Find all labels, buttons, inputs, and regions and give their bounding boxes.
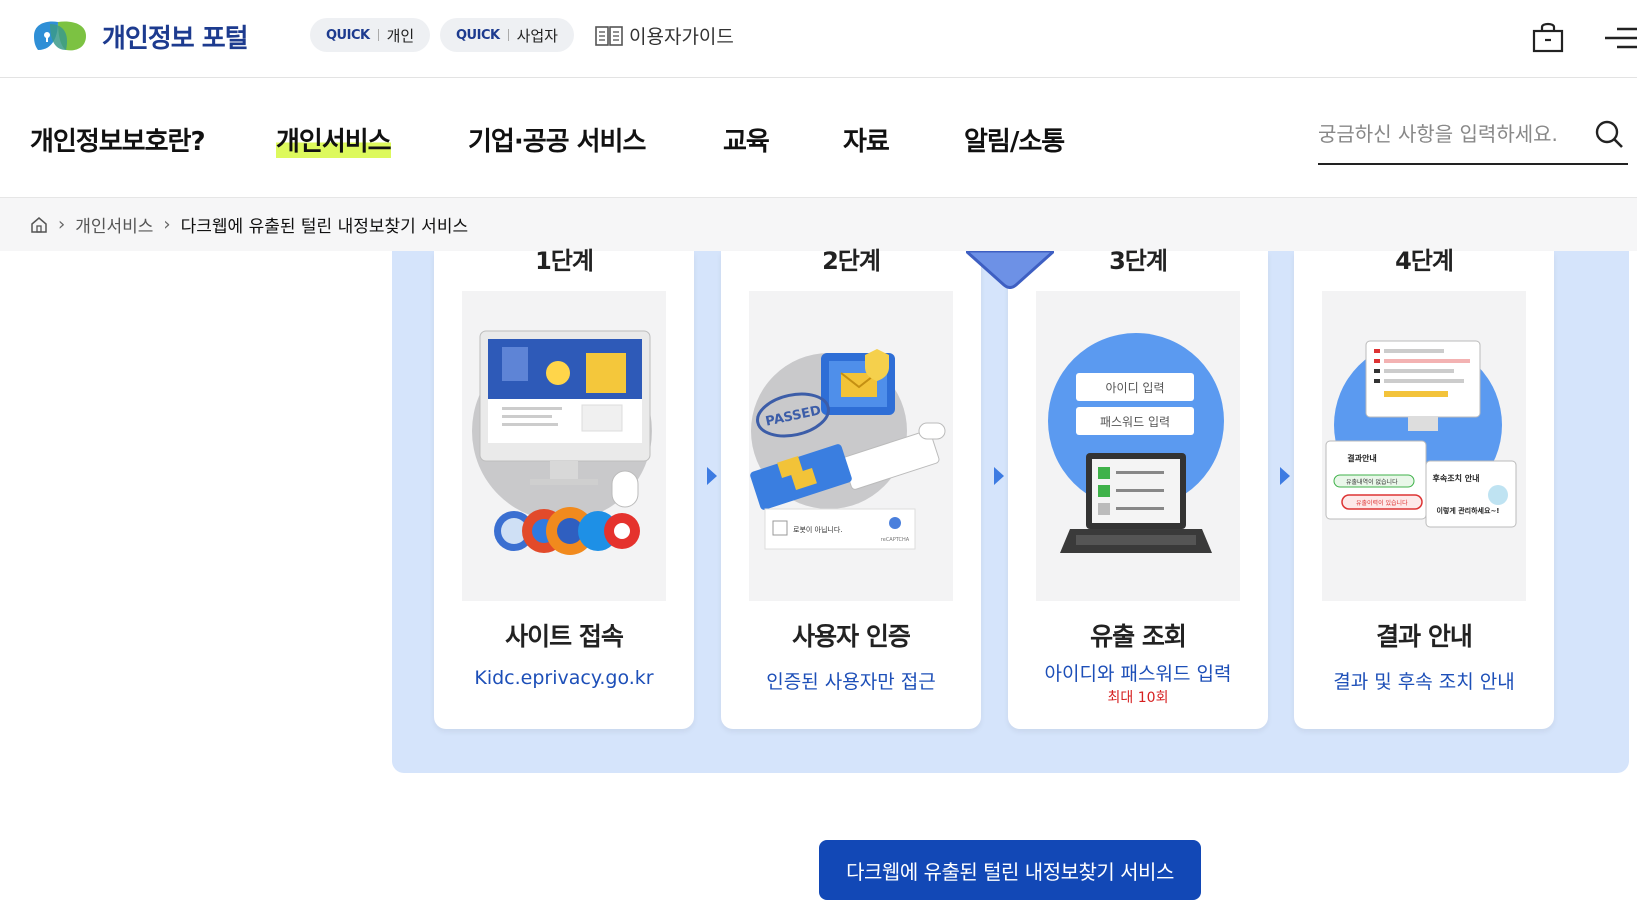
- site-access-illustration: [462, 291, 666, 601]
- step-card-3: 3단계 아이디 입력 패스워드 입력 유출 조회 아이디와 패스워드 입력 최대…: [1008, 247, 1268, 729]
- step-title: 사이트 접속: [505, 622, 624, 651]
- recaptcha-text: reCAPTCHA: [881, 537, 910, 543]
- step-card-4: 4단계 결과안내 유출내역이 없습니다 유출이력이 있습니다 후속조치 안내 이…: [1294, 247, 1554, 729]
- step-label: 1단계: [535, 247, 594, 275]
- step-card-1: 1단계 사이트 접속 Kidc.eprivacy.go.kr: [434, 247, 694, 729]
- search-box: [1318, 109, 1628, 165]
- step-desc: 인증된 사용자만 접근: [766, 671, 936, 693]
- step-desc: 결과 및 후속 조치 안내: [1333, 671, 1515, 693]
- step-arrow-icon: [994, 467, 1004, 485]
- breadcrumb-item[interactable]: 개인서비스: [75, 212, 153, 237]
- chevron-right-icon: ›: [58, 214, 66, 235]
- quick-business-button[interactable]: QUICK 사업자: [440, 18, 574, 52]
- nav-item-personal-service[interactable]: 개인서비스: [276, 121, 392, 158]
- step-note: 최대 10회: [1107, 690, 1169, 706]
- step-title: 사용자 인증: [792, 622, 911, 651]
- darkweb-service-button[interactable]: 다크웹에 유출된 털린 내정보찾기 서비스: [819, 840, 1201, 900]
- manage-tip-text: 이렇게 관리하세요~!: [1436, 506, 1499, 515]
- step-arrow-icon: [1280, 467, 1290, 485]
- quick-personal-label: 개인: [386, 26, 415, 45]
- main-navigation: 개인정보보호란? 개인서비스 기업·공공 서비스 교육 자료 알림/소통: [0, 79, 1637, 197]
- quick-tag: QUICK: [326, 27, 370, 43]
- search-icon[interactable]: [1594, 119, 1624, 149]
- quick-business-label: 사업자: [516, 26, 558, 45]
- user-guide-link[interactable]: 이용자가이드: [595, 22, 734, 49]
- nav-item-education[interactable]: 교육: [723, 121, 770, 158]
- steps-panel: 1단계 사이트 접속 Kidc.eprivacy.go.kr 2단계 PASSE…: [392, 247, 1629, 773]
- search-input[interactable]: [1318, 109, 1578, 159]
- step-label: 2단계: [822, 247, 881, 275]
- breadcrumb-current: 다크웹에 유출된 털린 내정보찾기 서비스: [180, 217, 469, 237]
- step-label: 4단계: [1395, 247, 1454, 275]
- panel-pointer-icon: [966, 251, 1054, 289]
- follow-up-text: 후속조치 안내: [1433, 473, 1480, 483]
- step-card-2: 2단계 PASSED 로봇이 아닙니다. reCAPTCHA 사용자 인증 인증…: [721, 247, 981, 729]
- user-guide-label: 이용자가이드: [629, 26, 734, 48]
- step-title: 결과 안내: [1376, 622, 1473, 651]
- top-bar: 개인정보 포털 QUICK 개인 QUICK 사업자 이용자가이드: [0, 0, 1637, 78]
- id-field-text: 아이디 입력: [1105, 381, 1164, 395]
- nav-item-privacy[interactable]: 개인정보보호란?: [30, 121, 206, 158]
- step-arrow-icon: [707, 467, 717, 485]
- nav-item-business-service[interactable]: 기업·공공 서비스: [468, 121, 646, 158]
- bag-icon[interactable]: [1531, 20, 1565, 54]
- quick-tag: QUICK: [456, 27, 500, 43]
- logo-text: 개인정보 포털: [102, 23, 249, 54]
- quick-personal-button[interactable]: QUICK 개인: [310, 18, 431, 52]
- nav-item-notice[interactable]: 알림/소통: [964, 121, 1065, 158]
- logo-icon: [34, 21, 86, 51]
- chevron-right-icon: ›: [163, 214, 171, 235]
- step-title: 유출 조회: [1090, 622, 1187, 651]
- result-illustration: 결과안내 유출내역이 없습니다 유출이력이 있습니다 후속조치 안내 이렇게 관…: [1322, 291, 1526, 601]
- step-desc-link[interactable]: Kidc.eprivacy.go.kr: [434, 667, 694, 689]
- site-logo[interactable]: 개인정보 포털: [28, 16, 249, 56]
- divider: [507, 29, 509, 41]
- home-icon[interactable]: [30, 216, 48, 234]
- leak-lookup-illustration: 아이디 입력 패스워드 입력: [1036, 291, 1240, 601]
- step-desc: 아이디와 패스워드 입력: [1044, 663, 1232, 685]
- divider: [377, 29, 379, 41]
- user-auth-illustration: PASSED 로봇이 아닙니다. reCAPTCHA: [749, 291, 953, 601]
- nav-item-resources[interactable]: 자료: [843, 121, 890, 158]
- leak-warn-text: 유출이력이 있습니다: [1356, 499, 1408, 507]
- captcha-text: 로봇이 아닙니다.: [793, 525, 843, 534]
- menu-icon[interactable]: [1605, 24, 1637, 52]
- pw-field-text: 패스워드 입력: [1100, 415, 1170, 429]
- result-notice-text: 결과안내: [1347, 453, 1376, 463]
- no-leak-text: 유출내역이 없습니다: [1346, 478, 1398, 486]
- book-icon: [595, 25, 623, 46]
